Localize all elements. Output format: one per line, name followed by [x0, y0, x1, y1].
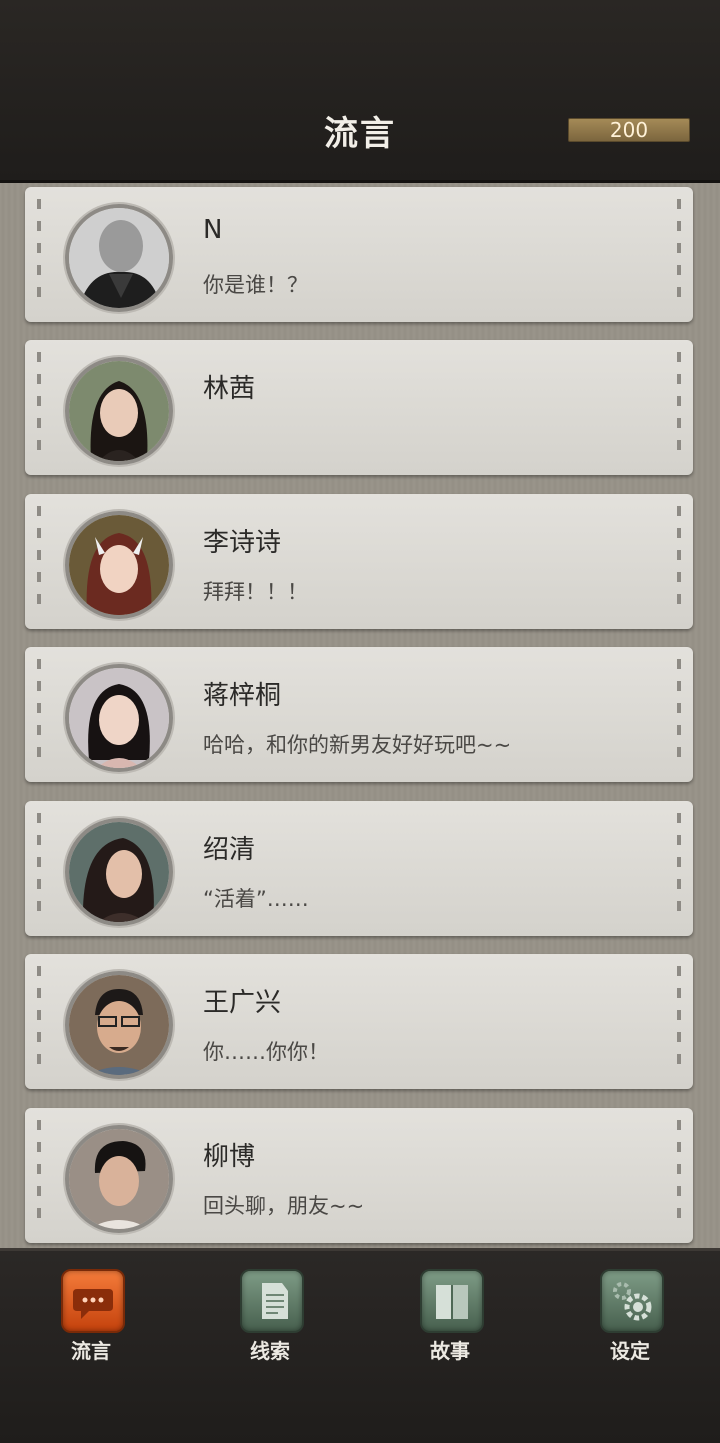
tab-label: 流言 — [71, 1339, 111, 1363]
avatar — [65, 1125, 173, 1233]
chat-bubble-icon — [61, 1269, 125, 1333]
tab-rumors[interactable]: 流言 — [31, 1265, 151, 1365]
contact-card-linqian[interactable]: 林茜 — [25, 340, 693, 475]
tab-clues[interactable]: 线索 — [210, 1265, 330, 1365]
avatar — [65, 971, 173, 1079]
contact-last-message: 哈哈，和你的新男友好好玩吧~~ — [203, 733, 512, 757]
contact-name: 蒋梓桐 — [203, 681, 282, 711]
document-icon — [240, 1269, 304, 1333]
contact-card-n[interactable]: N 你是谁！？ — [25, 187, 693, 322]
avatar — [65, 511, 173, 619]
bottom-tab-bar: 流言 线索 故事 设定 — [0, 1248, 720, 1443]
tab-label: 设定 — [610, 1339, 650, 1363]
contact-last-message: 你是谁！？ — [203, 273, 308, 297]
gear-icon — [600, 1269, 664, 1333]
contact-last-message: 你……你你！ — [203, 1040, 329, 1064]
avatar — [65, 818, 173, 926]
contact-name: 柳博 — [203, 1142, 256, 1172]
contact-card-liubo[interactable]: 柳博 回头聊，朋友~~ — [25, 1108, 693, 1243]
app-header: 流言 200 — [0, 0, 720, 183]
avatar — [65, 664, 173, 772]
contact-name: 王广兴 — [203, 988, 282, 1018]
contact-name: 林茜 — [203, 374, 256, 404]
tab-label: 故事 — [430, 1339, 470, 1363]
avatar — [65, 357, 173, 465]
contact-last-message: 拜拜！！！ — [203, 580, 308, 604]
contact-card-jiangzitong[interactable]: 蒋梓桐 哈哈，和你的新男友好好玩吧~~ — [25, 647, 693, 782]
contact-card-shaoqing[interactable]: 绍清 “活着”…… — [25, 801, 693, 936]
book-icon — [420, 1269, 484, 1333]
contact-name: 绍清 — [203, 835, 256, 865]
contact-card-wangguangxing[interactable]: 王广兴 你……你你！ — [25, 954, 693, 1089]
contact-last-message: 回头聊，朋友~~ — [203, 1194, 365, 1218]
tab-settings[interactable]: 设定 — [570, 1265, 690, 1365]
currency-counter: 200 — [568, 118, 690, 142]
tab-label: 线索 — [250, 1339, 290, 1363]
contact-card-lishishi[interactable]: 李诗诗 拜拜！！！ — [25, 494, 693, 629]
contact-list: N 你是谁！？ 林茜 李诗诗 拜拜！！！ 蒋梓桐 哈哈，和你的新男友好好玩吧~~… — [0, 183, 720, 1248]
tab-story[interactable]: 故事 — [390, 1265, 510, 1365]
contact-name: N — [203, 215, 223, 245]
contact-last-message: “活着”…… — [203, 887, 309, 911]
avatar — [65, 204, 173, 312]
contact-name: 李诗诗 — [203, 528, 282, 558]
